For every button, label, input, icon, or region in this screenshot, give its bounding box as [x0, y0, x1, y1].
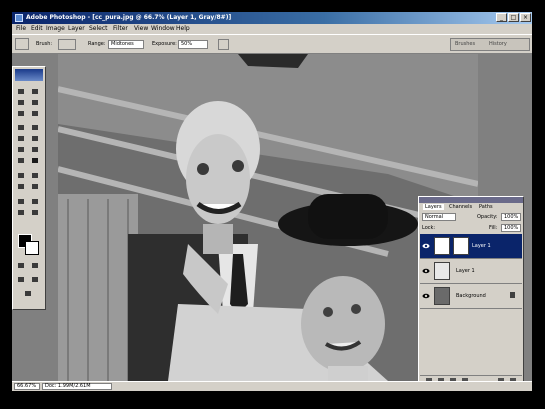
menu-image[interactable]: Image — [46, 25, 65, 32]
standard-mode-icon[interactable] — [16, 261, 26, 270]
title-bar: Adobe Photoshop - [cc_pura.jpg @ 66.7% (… — [12, 12, 532, 24]
photo-image — [57, 54, 479, 381]
menu-file[interactable]: File — [16, 25, 26, 32]
exposure-field[interactable]: 50% — [178, 40, 208, 49]
doc-info-field: Doc: 1.99M/2.61M — [42, 383, 112, 390]
document-canvas[interactable] — [57, 54, 479, 381]
brush-tool-icon[interactable] — [30, 123, 40, 132]
range-select[interactable]: Midtones — [108, 40, 144, 49]
palette-well: Brushes History — [450, 38, 530, 51]
screen-mode-full-icon[interactable] — [30, 275, 40, 284]
zoom-level-field[interactable]: 66.67% — [14, 383, 40, 390]
hand-tool-icon[interactable] — [16, 208, 26, 217]
layer-row-background[interactable]: Background — [420, 284, 522, 309]
menu-layer[interactable]: Layer — [68, 25, 85, 32]
clone-stamp-tool-icon[interactable] — [16, 134, 26, 143]
eyedropper-tool-icon[interactable] — [30, 197, 40, 206]
airbrush-icon[interactable] — [218, 39, 229, 50]
lasso-tool-icon[interactable] — [16, 98, 26, 107]
tab-brushes[interactable]: Brushes — [455, 41, 475, 47]
menu-view[interactable]: View — [134, 25, 148, 32]
history-brush-tool-icon[interactable] — [30, 134, 40, 143]
layer-row-layer-1[interactable]: Layer 1 — [420, 259, 522, 284]
eraser-tool-icon[interactable] — [16, 145, 26, 154]
brush-label: Brush: — [36, 41, 53, 47]
blur-tool-icon[interactable] — [16, 156, 26, 165]
opacity-field[interactable]: 100% — [501, 213, 521, 221]
layer-name: Background — [456, 293, 486, 299]
shape-tool-icon[interactable] — [30, 182, 40, 191]
screen-mode-standard-icon[interactable] — [16, 275, 26, 284]
tab-layers[interactable]: Layers — [423, 204, 444, 210]
layer-thumbnail — [434, 262, 450, 280]
layers-panel: Layers Channels Paths Normal Opacity: 10… — [418, 196, 524, 386]
menu-select[interactable]: Select — [89, 25, 108, 32]
gradient-tool-icon[interactable] — [30, 145, 40, 154]
layer-name: Layer 1 — [472, 243, 491, 249]
fill-label: Fill: — [489, 225, 498, 231]
fill-field[interactable]: 100% — [501, 224, 521, 232]
type-tool-icon[interactable] — [30, 171, 40, 180]
zoom-tool-icon[interactable] — [30, 208, 40, 217]
menu-help[interactable]: Help — [176, 25, 190, 32]
toolbox-header-logo — [15, 69, 43, 81]
path-selection-tool-icon[interactable] — [16, 171, 26, 180]
menu-edit[interactable]: Edit — [31, 25, 43, 32]
jump-to-imageready-icon[interactable] — [23, 289, 33, 298]
brush-picker[interactable] — [58, 39, 76, 50]
menu-filter[interactable]: Filter — [113, 25, 128, 32]
opacity-label: Opacity: — [477, 214, 498, 220]
tab-channels[interactable]: Channels — [449, 204, 472, 210]
blend-mode-select[interactable]: Normal — [422, 213, 456, 221]
pen-tool-icon[interactable] — [16, 182, 26, 191]
eye-icon[interactable] — [422, 268, 430, 274]
layer-thumbnail — [434, 237, 450, 255]
healing-brush-tool-icon[interactable] — [16, 123, 26, 132]
layer-row-layer-1-top[interactable]: Layer 1 — [420, 234, 522, 259]
dodge-tool-icon[interactable] — [30, 156, 40, 165]
eye-icon[interactable] — [422, 243, 430, 249]
exposure-label: Exposure: — [152, 41, 177, 47]
minimize-button[interactable]: _ — [496, 13, 507, 22]
tool-preset-picker[interactable] — [15, 38, 29, 50]
layer-name: Layer 1 — [456, 268, 475, 274]
menu-window[interactable]: Window — [151, 25, 175, 32]
slice-tool-icon[interactable] — [30, 109, 40, 118]
maximize-button[interactable]: □ — [508, 13, 519, 22]
layer-thumbnail — [434, 287, 450, 305]
close-button[interactable]: × — [520, 13, 531, 22]
crop-tool-icon[interactable] — [16, 109, 26, 118]
range-label: Range: — [88, 41, 106, 47]
lock-icon — [510, 292, 515, 298]
menu-bar: File Edit Image Layer Select Filter View… — [12, 24, 532, 34]
marquee-tool-icon[interactable] — [16, 87, 26, 96]
tab-paths[interactable]: Paths — [479, 204, 493, 210]
tab-history[interactable]: History — [489, 41, 507, 47]
layers-panel-titlebar[interactable] — [419, 197, 523, 203]
move-tool-icon[interactable] — [30, 87, 40, 96]
notes-tool-icon[interactable] — [16, 197, 26, 206]
status-bar: 66.67% Doc: 1.99M/2.61M — [12, 381, 532, 391]
lock-label: Lock: — [422, 225, 436, 231]
background-color-swatch[interactable] — [25, 241, 39, 255]
magic-wand-tool-icon[interactable] — [30, 98, 40, 107]
layer-mask-thumbnail[interactable] — [453, 237, 469, 255]
window-title: Adobe Photoshop - [cc_pura.jpg @ 66.7% (… — [26, 14, 232, 21]
options-bar: Brush: Range: Midtones Exposure: 50% Bru… — [12, 34, 532, 54]
quick-mask-mode-icon[interactable] — [30, 261, 40, 270]
eye-icon[interactable] — [422, 293, 430, 299]
photoshop-app-icon[interactable] — [15, 14, 23, 22]
toolbox — [12, 66, 46, 310]
